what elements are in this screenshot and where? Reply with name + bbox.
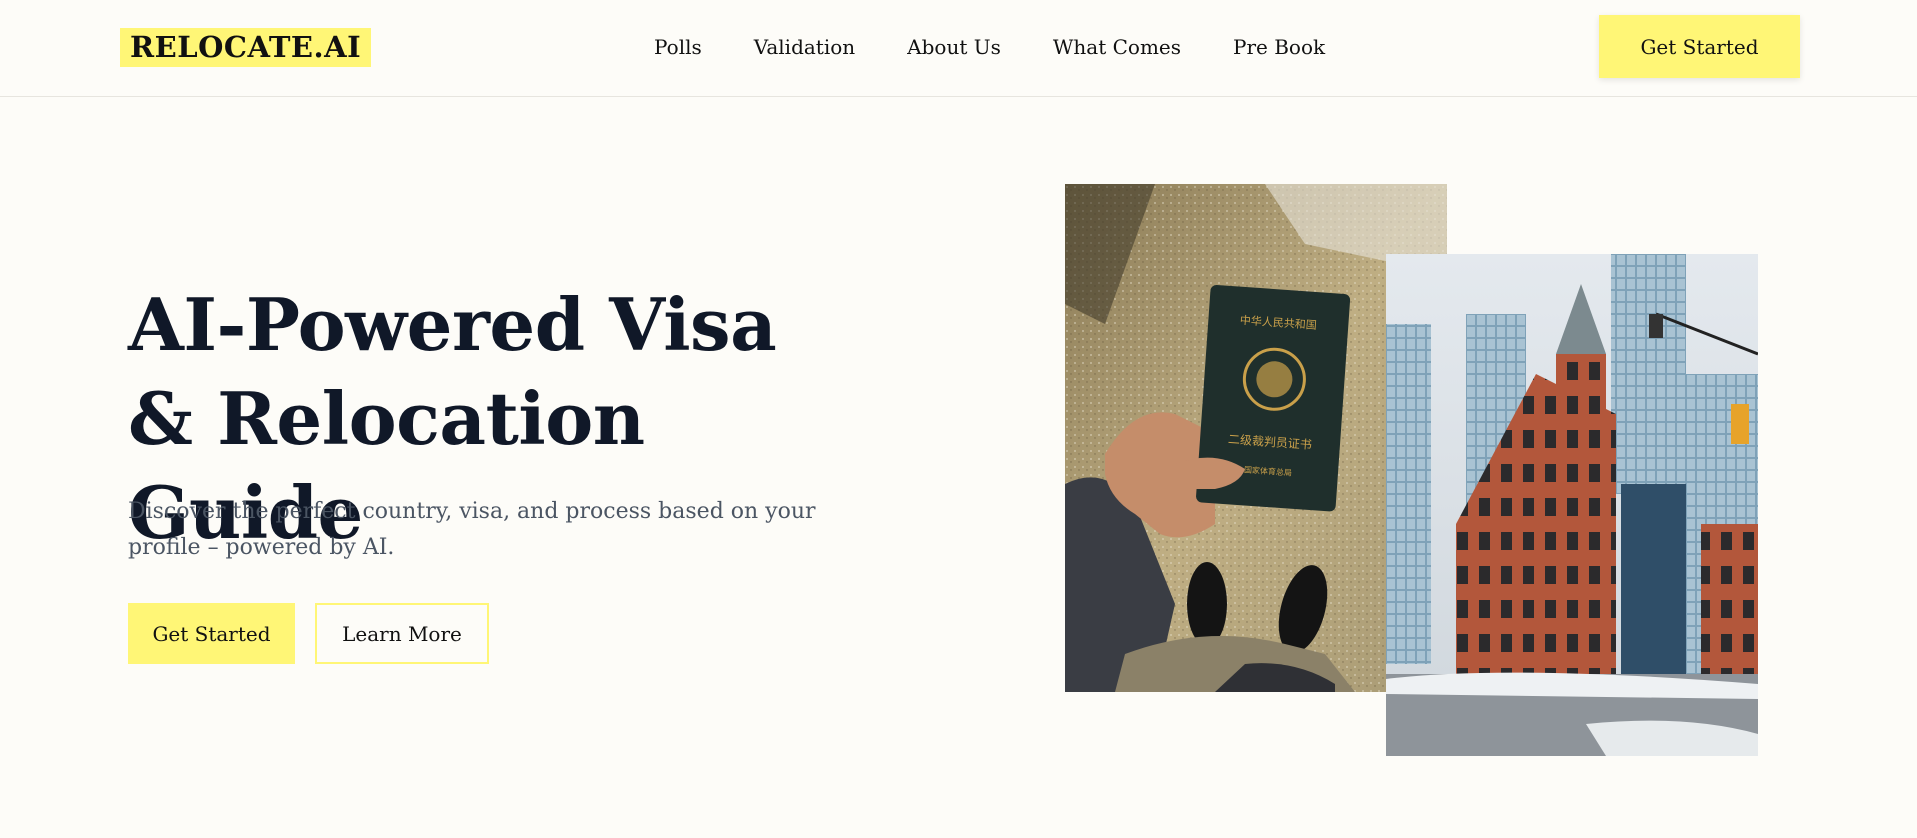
city-photo <box>1386 254 1758 756</box>
nav-item-what-comes[interactable]: What Comes <box>1053 34 1181 60</box>
header-get-started-button[interactable]: Get Started <box>1599 15 1800 78</box>
nav-item-validation[interactable]: Validation <box>754 34 855 60</box>
hero-subtitle: Discover the perfect country, visa, and … <box>128 499 816 560</box>
site-header: RELOCATE.AI Polls Validation About Us Wh… <box>0 0 1917 97</box>
logo[interactable]: RELOCATE.AI <box>120 28 372 67</box>
nav-item-polls[interactable]: Polls <box>654 34 702 60</box>
learn-more-button[interactable]: Learn More <box>315 603 489 664</box>
get-started-button[interactable]: Get Started <box>128 603 295 664</box>
nav-item-pre-book[interactable]: Pre Book <box>1233 34 1325 60</box>
main-nav: Polls Validation About Us What Comes Pre… <box>654 34 1325 60</box>
city-photo-illustration <box>1386 254 1758 756</box>
nav-item-about-us[interactable]: About Us <box>907 34 1001 60</box>
